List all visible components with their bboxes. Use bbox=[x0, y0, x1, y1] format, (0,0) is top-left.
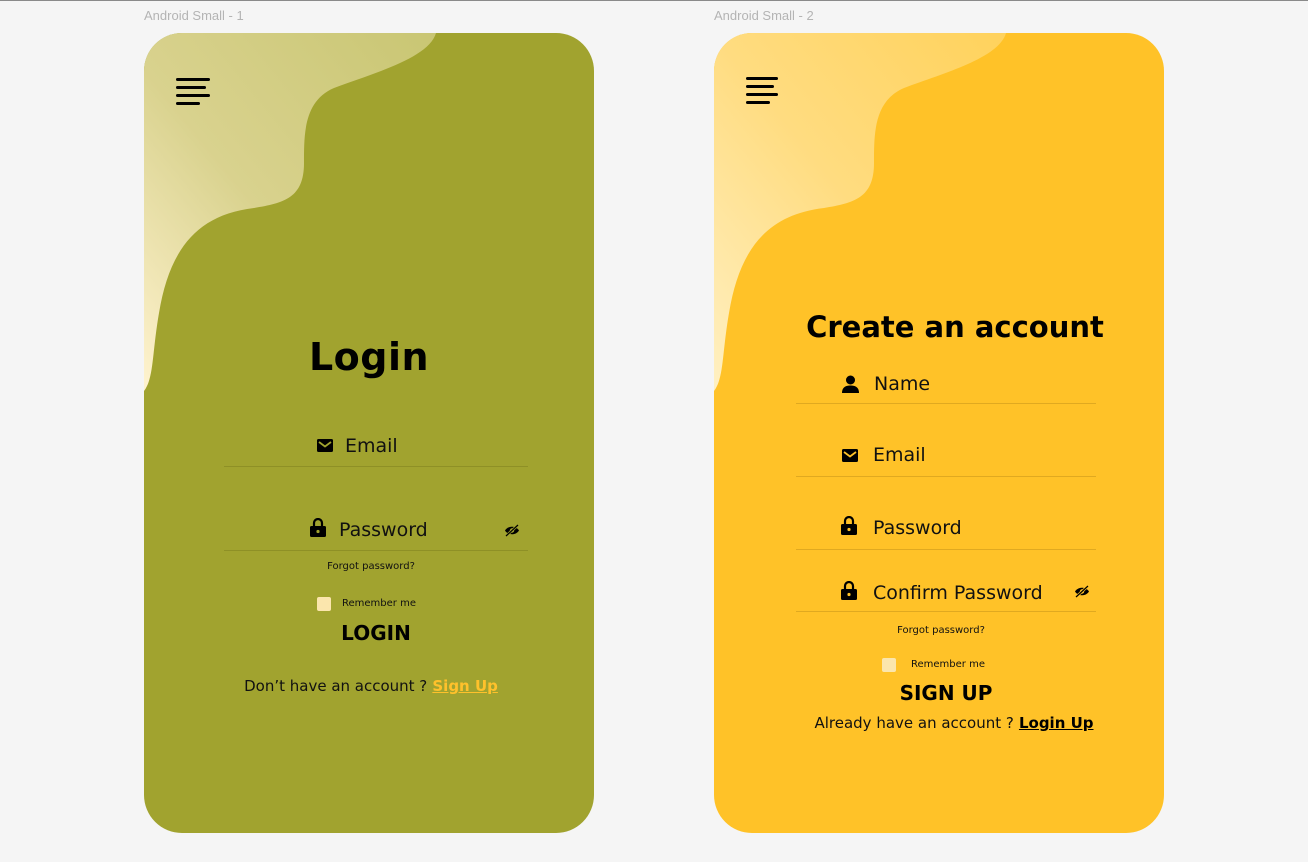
mail-icon bbox=[842, 449, 858, 462]
confirm-password-underline bbox=[796, 611, 1096, 612]
name-underline bbox=[796, 403, 1096, 404]
eye-off-icon[interactable] bbox=[504, 524, 520, 537]
menu-icon[interactable] bbox=[746, 77, 780, 109]
signup-prompt: Don’t have an account ? Sign Up bbox=[144, 676, 594, 695]
canvas-top-border bbox=[0, 0, 1308, 1]
frame-label-2: Android Small - 2 bbox=[714, 8, 814, 23]
remember-me-checkbox[interactable] bbox=[882, 658, 896, 672]
password-field[interactable]: Password bbox=[339, 519, 428, 541]
signup-screen: Create an account Name Email Password Co… bbox=[714, 33, 1164, 833]
login-screen: Login Email Password Forgot password? Re… bbox=[144, 33, 594, 833]
page-title: Create an account bbox=[806, 310, 1104, 344]
email-field[interactable]: Email bbox=[345, 435, 398, 457]
decorative-wave bbox=[144, 33, 436, 391]
forgot-password-link[interactable]: Forgot password? bbox=[714, 625, 1164, 636]
signup-button[interactable]: SIGN UP bbox=[714, 681, 1164, 705]
email-field[interactable]: Email bbox=[873, 444, 926, 466]
email-underline bbox=[224, 466, 528, 467]
email-underline bbox=[796, 476, 1096, 477]
lock-icon bbox=[841, 516, 857, 535]
user-icon bbox=[842, 375, 859, 393]
password-field[interactable]: Password bbox=[873, 517, 962, 539]
signup-link[interactable]: Sign Up bbox=[432, 677, 498, 695]
page-title: Login bbox=[308, 335, 430, 379]
remember-me-label: Remember me bbox=[342, 598, 416, 609]
lock-icon bbox=[841, 581, 857, 600]
signup-prompt-text: Don’t have an account ? bbox=[244, 677, 428, 695]
frame-label-1: Android Small - 1 bbox=[144, 8, 244, 23]
remember-me-checkbox[interactable] bbox=[317, 597, 331, 611]
login-link[interactable]: Login Up bbox=[1019, 714, 1094, 732]
confirm-password-field[interactable]: Confirm Password bbox=[873, 582, 1043, 604]
login-prompt-text: Already have an account ? bbox=[814, 714, 1014, 732]
password-underline bbox=[224, 550, 528, 551]
password-underline bbox=[796, 549, 1096, 550]
lock-icon bbox=[310, 518, 326, 537]
login-prompt: Already have an account ? Login Up bbox=[714, 713, 1164, 732]
eye-off-icon[interactable] bbox=[1074, 585, 1090, 598]
name-field[interactable]: Name bbox=[874, 373, 930, 395]
forgot-password-link[interactable]: Forgot password? bbox=[144, 561, 594, 572]
mail-icon bbox=[317, 439, 333, 452]
menu-icon[interactable] bbox=[176, 78, 210, 110]
remember-me-label: Remember me bbox=[911, 659, 985, 670]
login-button[interactable]: LOGIN bbox=[144, 621, 594, 645]
